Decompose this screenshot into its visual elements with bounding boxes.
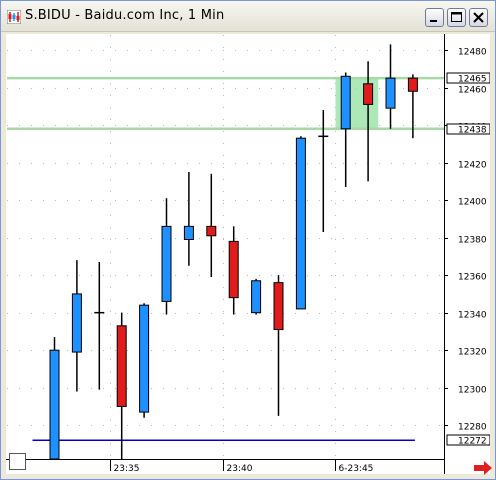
candle-body [139,304,150,413]
candle-body [228,240,239,299]
candle-body [363,83,374,105]
maximize-icon [451,12,462,22]
price-tag-label: 12272 [458,437,487,447]
candle-body [71,293,82,353]
maximize-button[interactable] [447,8,466,27]
candle-body [116,325,127,407]
y-tick-label: 12280 [458,423,487,433]
close-icon [473,12,484,23]
y-tick-label: 12420 [458,161,487,171]
price-tag-label: 12465 [458,75,487,85]
candle-body [385,77,396,109]
y-tick-label: 12400 [458,198,487,208]
y-tick-label: 12480 [458,48,487,58]
y-tick-label: 12300 [458,386,487,396]
y-tick-label: 12360 [458,273,487,283]
candle-body [49,349,60,460]
candle-body [251,280,262,314]
chart-app-icon [7,10,21,24]
candle-body [273,282,284,331]
price-tag-label: 12438 [458,126,487,136]
close-button[interactable] [469,8,488,27]
y-tick-label: 12460 [458,86,487,96]
price-axis-panel [444,34,490,474]
y-tick-label: 12340 [458,311,487,321]
chart-background [6,34,490,474]
minimize-button[interactable] [425,8,444,27]
candle-body [340,75,351,130]
y-tick-label: 12320 [458,348,487,358]
candlestick-chart[interactable]: 12280 12300 12320 12340 12360 12380 12400 12420… [6,34,490,474]
candle-body [183,225,194,240]
x-tick-label: 23:40 [227,464,253,474]
title-bar[interactable]: S.BIDU - Baidu.com Inc, 1 Min [1,1,495,32]
chart-corner-box[interactable] [9,453,26,470]
right-arrow-icon[interactable] [473,460,493,476]
candle-body [295,137,306,310]
chart-window: S.BIDU - Baidu.com Inc, 1 Min 12280 12300… [0,0,496,480]
x-tick-label: 23:35 [114,464,140,474]
y-tick-label: 12380 [458,236,487,246]
minimize-icon [430,20,437,22]
candle-body [161,225,172,302]
window-title: S.BIDU - Baidu.com Inc, 1 Min [25,8,225,23]
x-tick-label: 6-23:45 [339,464,374,474]
candle-body [407,77,418,92]
candle-body [206,225,217,237]
